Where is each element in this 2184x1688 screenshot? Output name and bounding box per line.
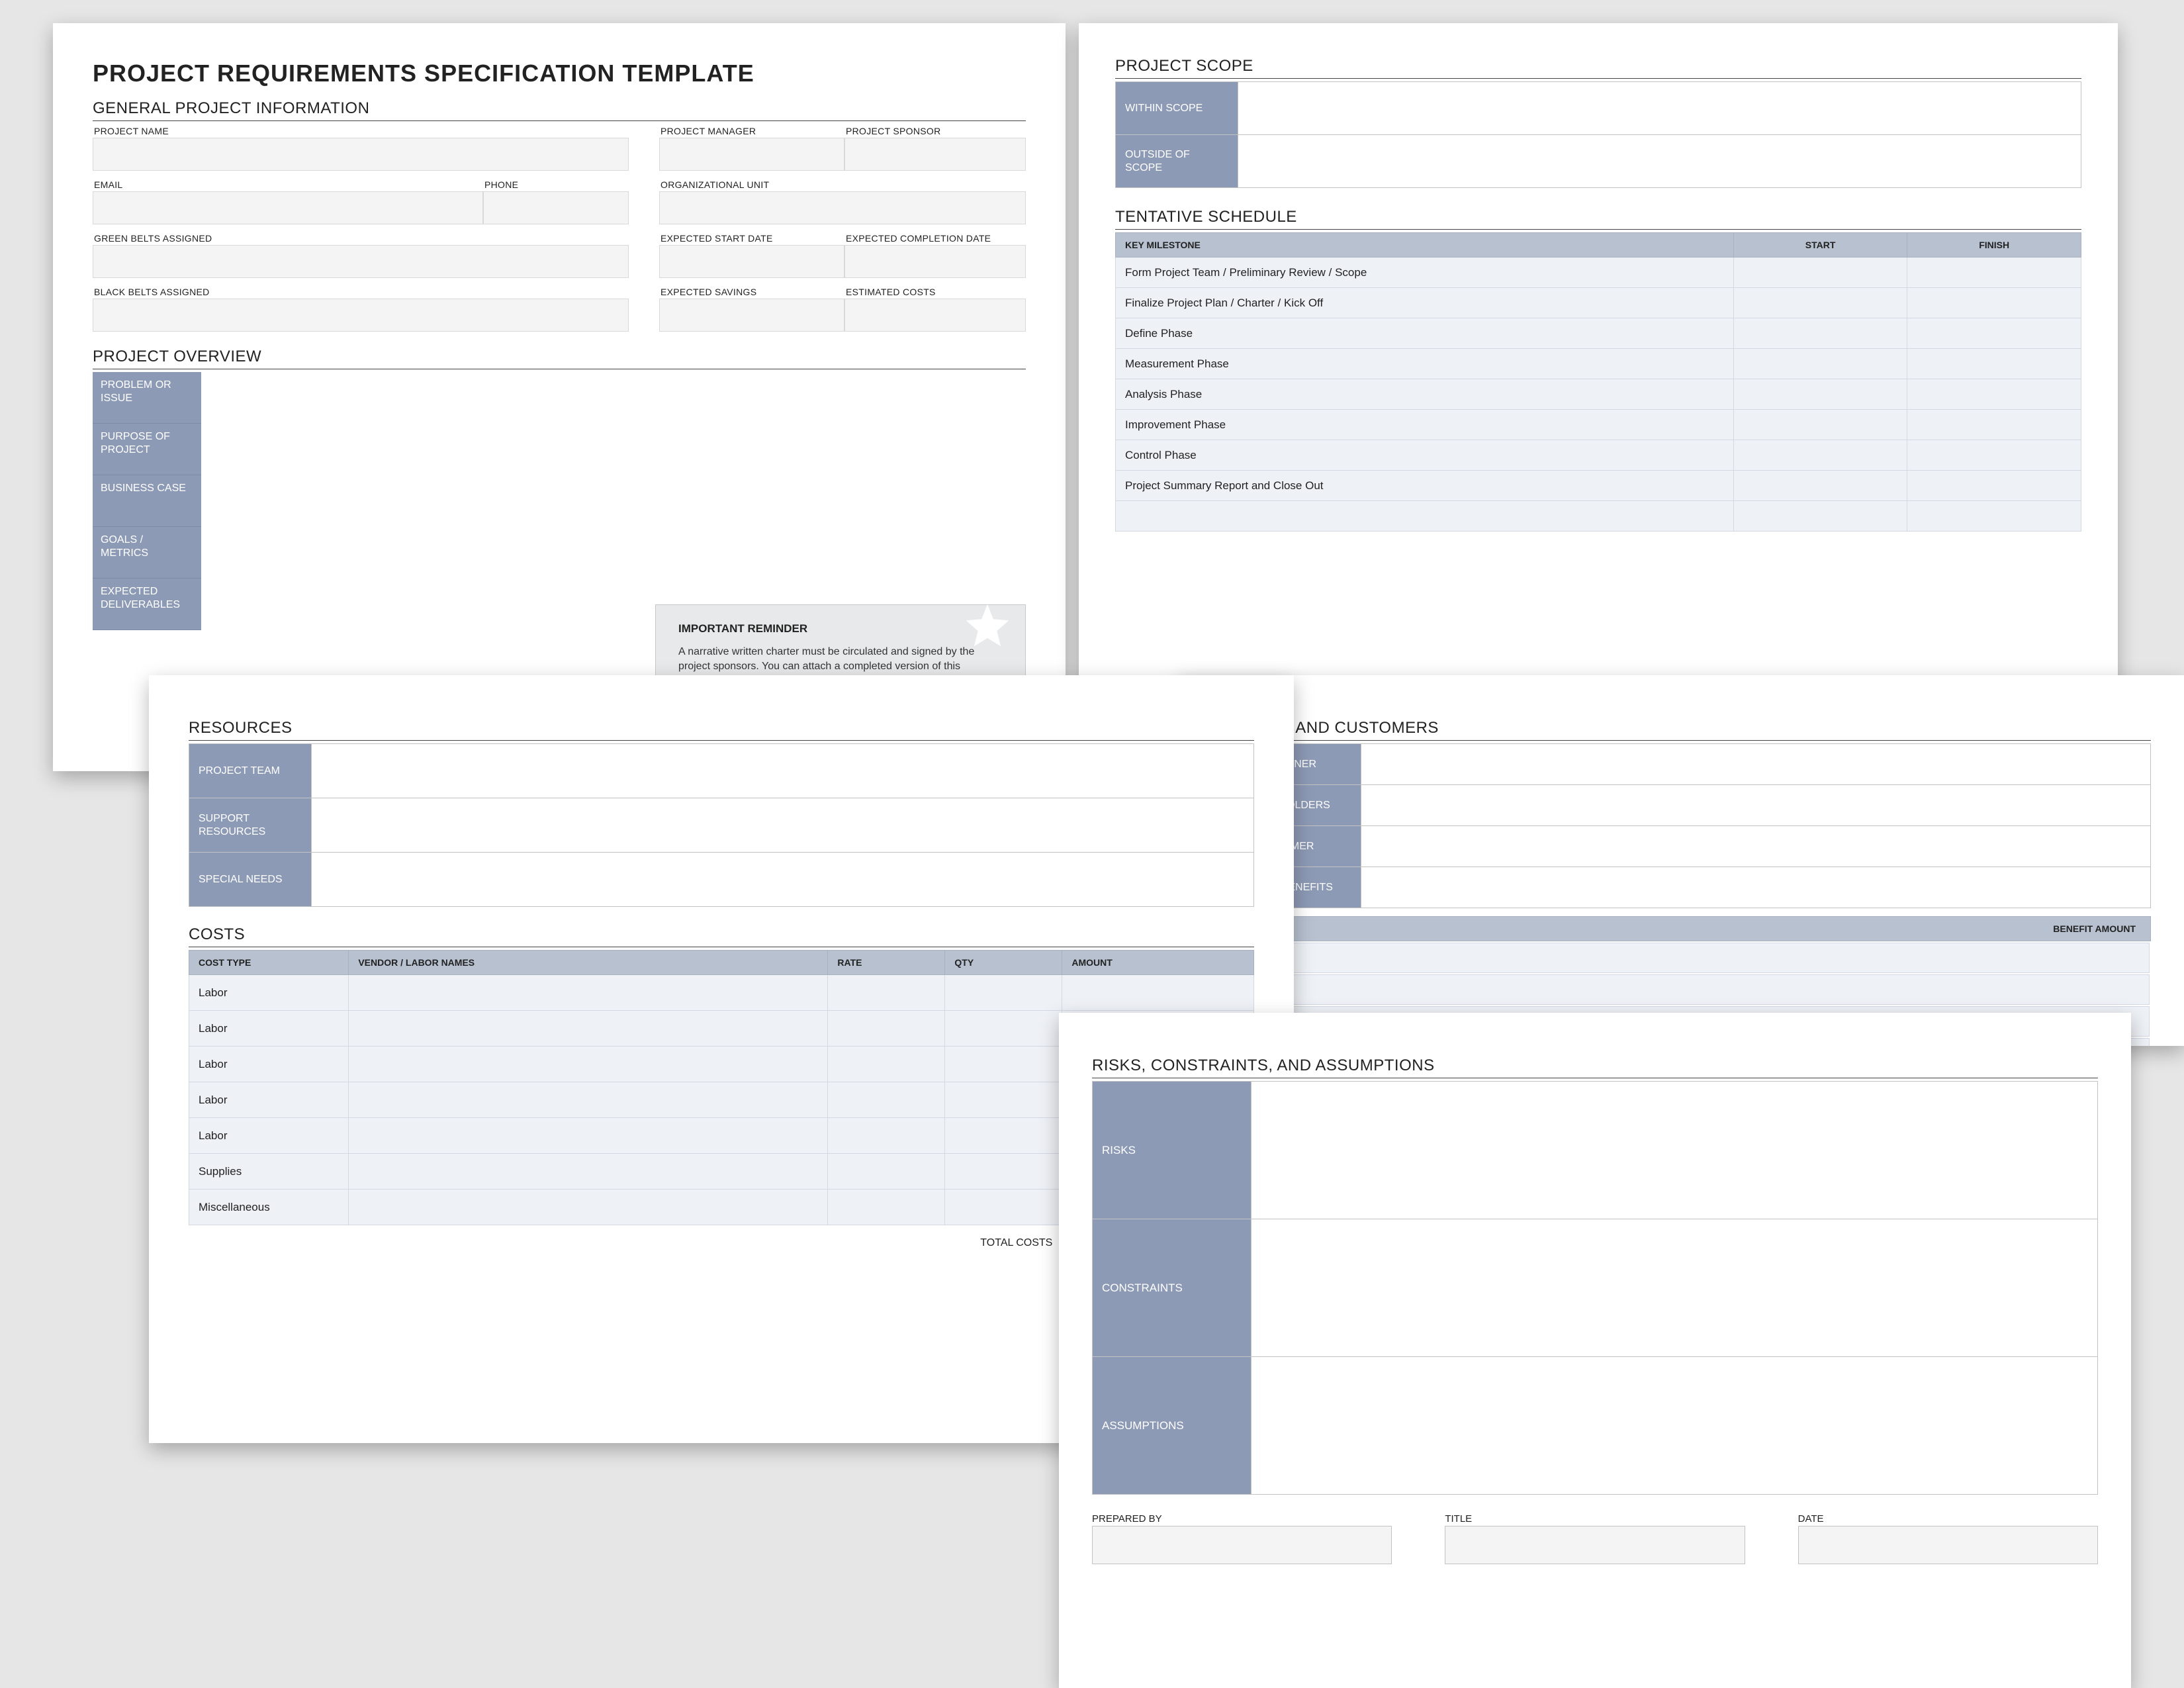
label-project-manager: PROJECT MANAGER (659, 124, 844, 138)
schedule-row (1116, 501, 2081, 532)
star-icon (962, 601, 1013, 653)
page-2-right: BENEFITS AND CUSTOMERS PROCESS OWNER KEY… (1178, 675, 2184, 1046)
scope-within-label: WITHIN SCOPE (1116, 82, 1238, 135)
schedule-col-milestone: KEY MILESTONE (1116, 233, 1734, 258)
section-benefits-heading: BENEFITS AND CUSTOMERS (1211, 719, 2151, 741)
risks-row-label: RISKS (1093, 1082, 1251, 1219)
benefits-value[interactable] (1361, 744, 2151, 785)
scope-outside-label: OUTSIDE OF SCOPE (1116, 135, 1238, 188)
overview-row-label: GOALS / METRICS (93, 527, 201, 579)
label-expected-start: EXPECTED START DATE (659, 231, 844, 245)
label-phone: PHONE (483, 177, 629, 191)
label-black-belts: BLACK BELTS ASSIGNED (93, 285, 629, 299)
risks-row-label: CONSTRAINTS (1093, 1219, 1251, 1357)
schedule-row: Project Summary Report and Close Out (1116, 471, 2081, 501)
costs-col-type: COST TYPE (189, 951, 349, 975)
cost-row: Labor (189, 975, 1254, 1011)
overview-row-label: EXPECTED DELIVERABLES (93, 579, 201, 630)
schedule-row: Improvement Phase (1116, 410, 2081, 440)
costs-col-qty: QTY (945, 951, 1062, 975)
overview-row-label: PROBLEM OR ISSUE (93, 372, 201, 424)
overview-row-label: PURPOSE OF PROJECT (93, 424, 201, 475)
benefits-value[interactable] (1361, 826, 2151, 867)
label-date: DATE (1798, 1513, 2098, 1526)
label-org-unit: ORGANIZATIONAL UNIT (659, 177, 1026, 191)
schedule-row: Analysis Phase (1116, 379, 2081, 410)
page-1-left: PROJECT REQUIREMENTS SPECIFICATION TEMPL… (53, 23, 1066, 771)
benefit-amount-col: BENEFIT AMOUNT (1212, 917, 2151, 941)
label-estimated-costs: ESTIMATED COSTS (844, 285, 1026, 299)
label-green-belts: GREEN BELTS ASSIGNED (93, 231, 629, 245)
input-phone[interactable] (483, 191, 629, 224)
schedule-row: Measurement Phase (1116, 349, 2081, 379)
schedule-finish-cell[interactable] (1907, 258, 2081, 288)
info-card-title: IMPORTANT REMINDER (678, 622, 1003, 635)
label-title: TITLE (1445, 1513, 1745, 1526)
scope-within-value[interactable] (1238, 82, 2081, 135)
section-resources-heading: RESOURCES (189, 719, 1254, 741)
overview-row-label: BUSINESS CASE (93, 475, 201, 527)
input-project-manager[interactable] (659, 138, 844, 171)
label-project-sponsor: PROJECT SPONSOR (844, 124, 1026, 138)
risks-value[interactable] (1251, 1082, 2098, 1219)
input-project-sponsor[interactable] (844, 138, 1026, 171)
schedule-col-start: START (1733, 233, 1907, 258)
input-estimated-costs[interactable] (844, 299, 1026, 332)
input-email[interactable] (93, 191, 483, 224)
schedule-row: Control Phase (1116, 440, 2081, 471)
costs-col-vendor: VENDOR / LABOR NAMES (349, 951, 828, 975)
schedule-row: Form Project Team / Preliminary Review /… (1116, 258, 2081, 288)
section-overview-heading: PROJECT OVERVIEW (93, 348, 1026, 369)
schedule-row: Finalize Project Plan / Charter / Kick O… (1116, 288, 2081, 318)
document-title: PROJECT REQUIREMENTS SPECIFICATION TEMPL… (93, 60, 1026, 87)
scope-outside-value[interactable] (1238, 135, 2081, 188)
section-costs-heading: COSTS (189, 925, 1254, 947)
schedule-start-cell[interactable] (1733, 258, 1907, 288)
section-scope-heading: PROJECT SCOPE (1115, 57, 2081, 79)
benefits-value[interactable] (1361, 785, 2151, 826)
resources-value[interactable] (312, 744, 1254, 798)
resources-value[interactable] (312, 798, 1254, 853)
total-costs-label: TOTAL COSTS (189, 1225, 1062, 1261)
risks-row-label: ASSUMPTIONS (1093, 1357, 1251, 1495)
resources-row-label: SPECIAL NEEDS (189, 853, 312, 907)
resources-row-label: SUPPORT RESOURCES (189, 798, 312, 853)
resources-row-label: PROJECT TEAM (189, 744, 312, 798)
input-org-unit[interactable] (659, 191, 1026, 224)
schedule-row: Define Phase (1116, 318, 2081, 349)
page-1-right: PROJECT SCOPE WITHIN SCOPE OUTSIDE OF SC… (1079, 23, 2118, 771)
risks-value[interactable] (1251, 1357, 2098, 1495)
section-general-heading: GENERAL PROJECT INFORMATION (93, 99, 1026, 121)
benefit-row[interactable] (1212, 943, 2150, 973)
label-expected-savings: EXPECTED SAVINGS (659, 285, 844, 299)
input-expected-start[interactable] (659, 245, 844, 278)
input-prepared-by[interactable] (1092, 1526, 1392, 1564)
label-expected-completion: EXPECTED COMPLETION DATE (844, 231, 1026, 245)
input-expected-savings[interactable] (659, 299, 844, 332)
label-email: EMAIL (93, 177, 483, 191)
input-title[interactable] (1445, 1526, 1745, 1564)
label-project-name: PROJECT NAME (93, 124, 629, 138)
costs-col-rate: RATE (828, 951, 945, 975)
resources-value[interactable] (312, 853, 1254, 907)
benefits-value[interactable] (1361, 867, 2151, 908)
risks-value[interactable] (1251, 1219, 2098, 1357)
section-schedule-heading: TENTATIVE SCHEDULE (1115, 208, 2081, 230)
input-date[interactable] (1798, 1526, 2098, 1564)
schedule-col-finish: FINISH (1907, 233, 2081, 258)
input-black-belts[interactable] (93, 299, 629, 332)
input-project-name[interactable] (93, 138, 629, 171)
input-green-belts[interactable] (93, 245, 629, 278)
section-risks-heading: RISKS, CONSTRAINTS, AND ASSUMPTIONS (1092, 1056, 2098, 1078)
page-3: RISKS, CONSTRAINTS, AND ASSUMPTIONS RISK… (1059, 1013, 2131, 1688)
costs-col-amount: AMOUNT (1062, 951, 1254, 975)
input-expected-completion[interactable] (844, 245, 1026, 278)
label-prepared-by: PREPARED BY (1092, 1513, 1392, 1526)
